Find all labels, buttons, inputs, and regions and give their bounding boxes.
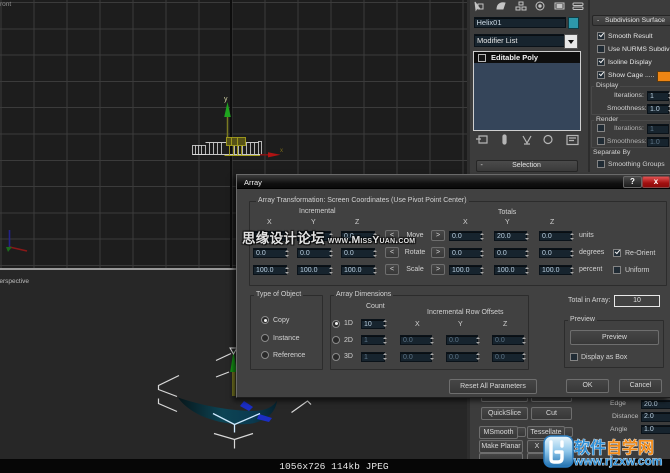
svg-text:y: y xyxy=(224,96,228,103)
svg-text:www.rjzxw.com: www.rjzxw.com xyxy=(573,454,662,468)
svg-text:x: x xyxy=(280,148,283,154)
